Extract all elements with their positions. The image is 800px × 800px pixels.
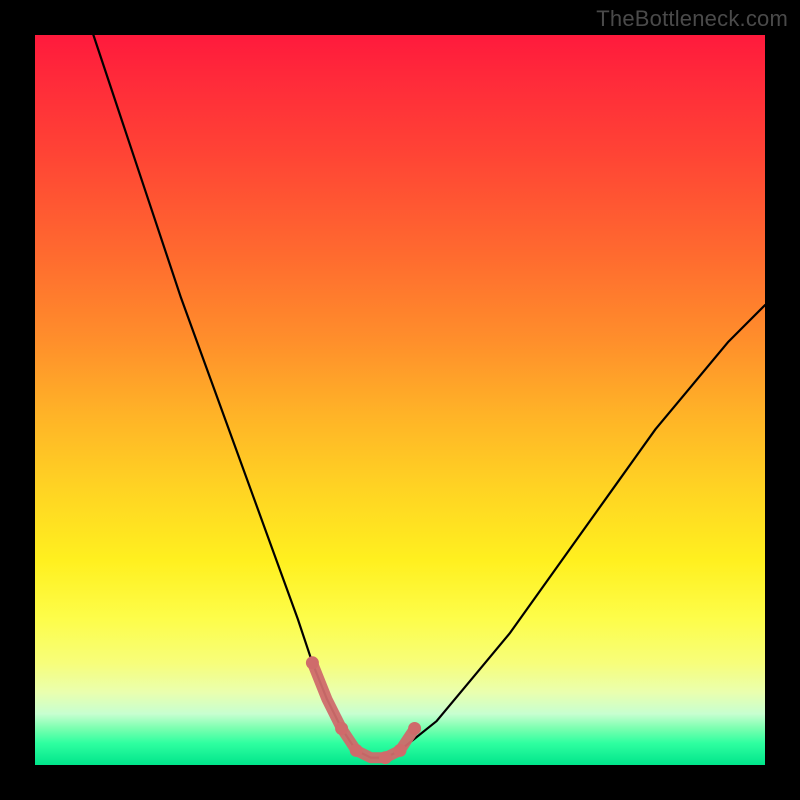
highlight-marker	[379, 751, 392, 764]
main-curve	[93, 35, 765, 758]
highlight-marker	[306, 656, 319, 669]
highlight-marker	[394, 744, 407, 757]
plot-area	[35, 35, 765, 765]
highlight-marker	[335, 722, 348, 735]
watermark-text: TheBottleneck.com	[596, 6, 788, 32]
highlight-marker	[408, 722, 421, 735]
chart-frame: TheBottleneck.com	[0, 0, 800, 800]
highlight-marker	[350, 744, 363, 757]
chart-svg	[35, 35, 765, 765]
highlight-segment	[312, 663, 414, 758]
